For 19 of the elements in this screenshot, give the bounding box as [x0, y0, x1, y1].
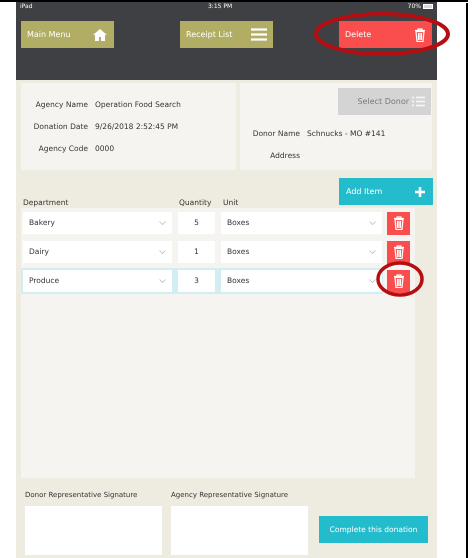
- chevron-down-icon: [369, 221, 376, 225]
- menu-icon: [251, 28, 267, 41]
- delete-row-button[interactable]: [387, 240, 410, 264]
- chevron-down-icon: [159, 250, 166, 254]
- chevron-down-icon: [369, 250, 376, 254]
- trash-icon: [392, 274, 404, 288]
- trash-icon: [414, 28, 426, 42]
- trash-icon: [392, 216, 404, 230]
- chevron-down-icon: [159, 221, 166, 225]
- chevron-down-icon: [369, 279, 376, 283]
- list-icon: [412, 96, 425, 107]
- house-icon: [92, 28, 108, 42]
- plus-icon: [414, 186, 426, 198]
- delete-row-button[interactable]: [387, 270, 410, 292]
- annotation-ellipse: [376, 261, 424, 297]
- chevron-down-icon: [159, 279, 166, 283]
- battery-icon: [422, 4, 433, 9]
- trash-icon: [392, 245, 404, 259]
- delete-row-button[interactable]: [387, 212, 410, 234]
